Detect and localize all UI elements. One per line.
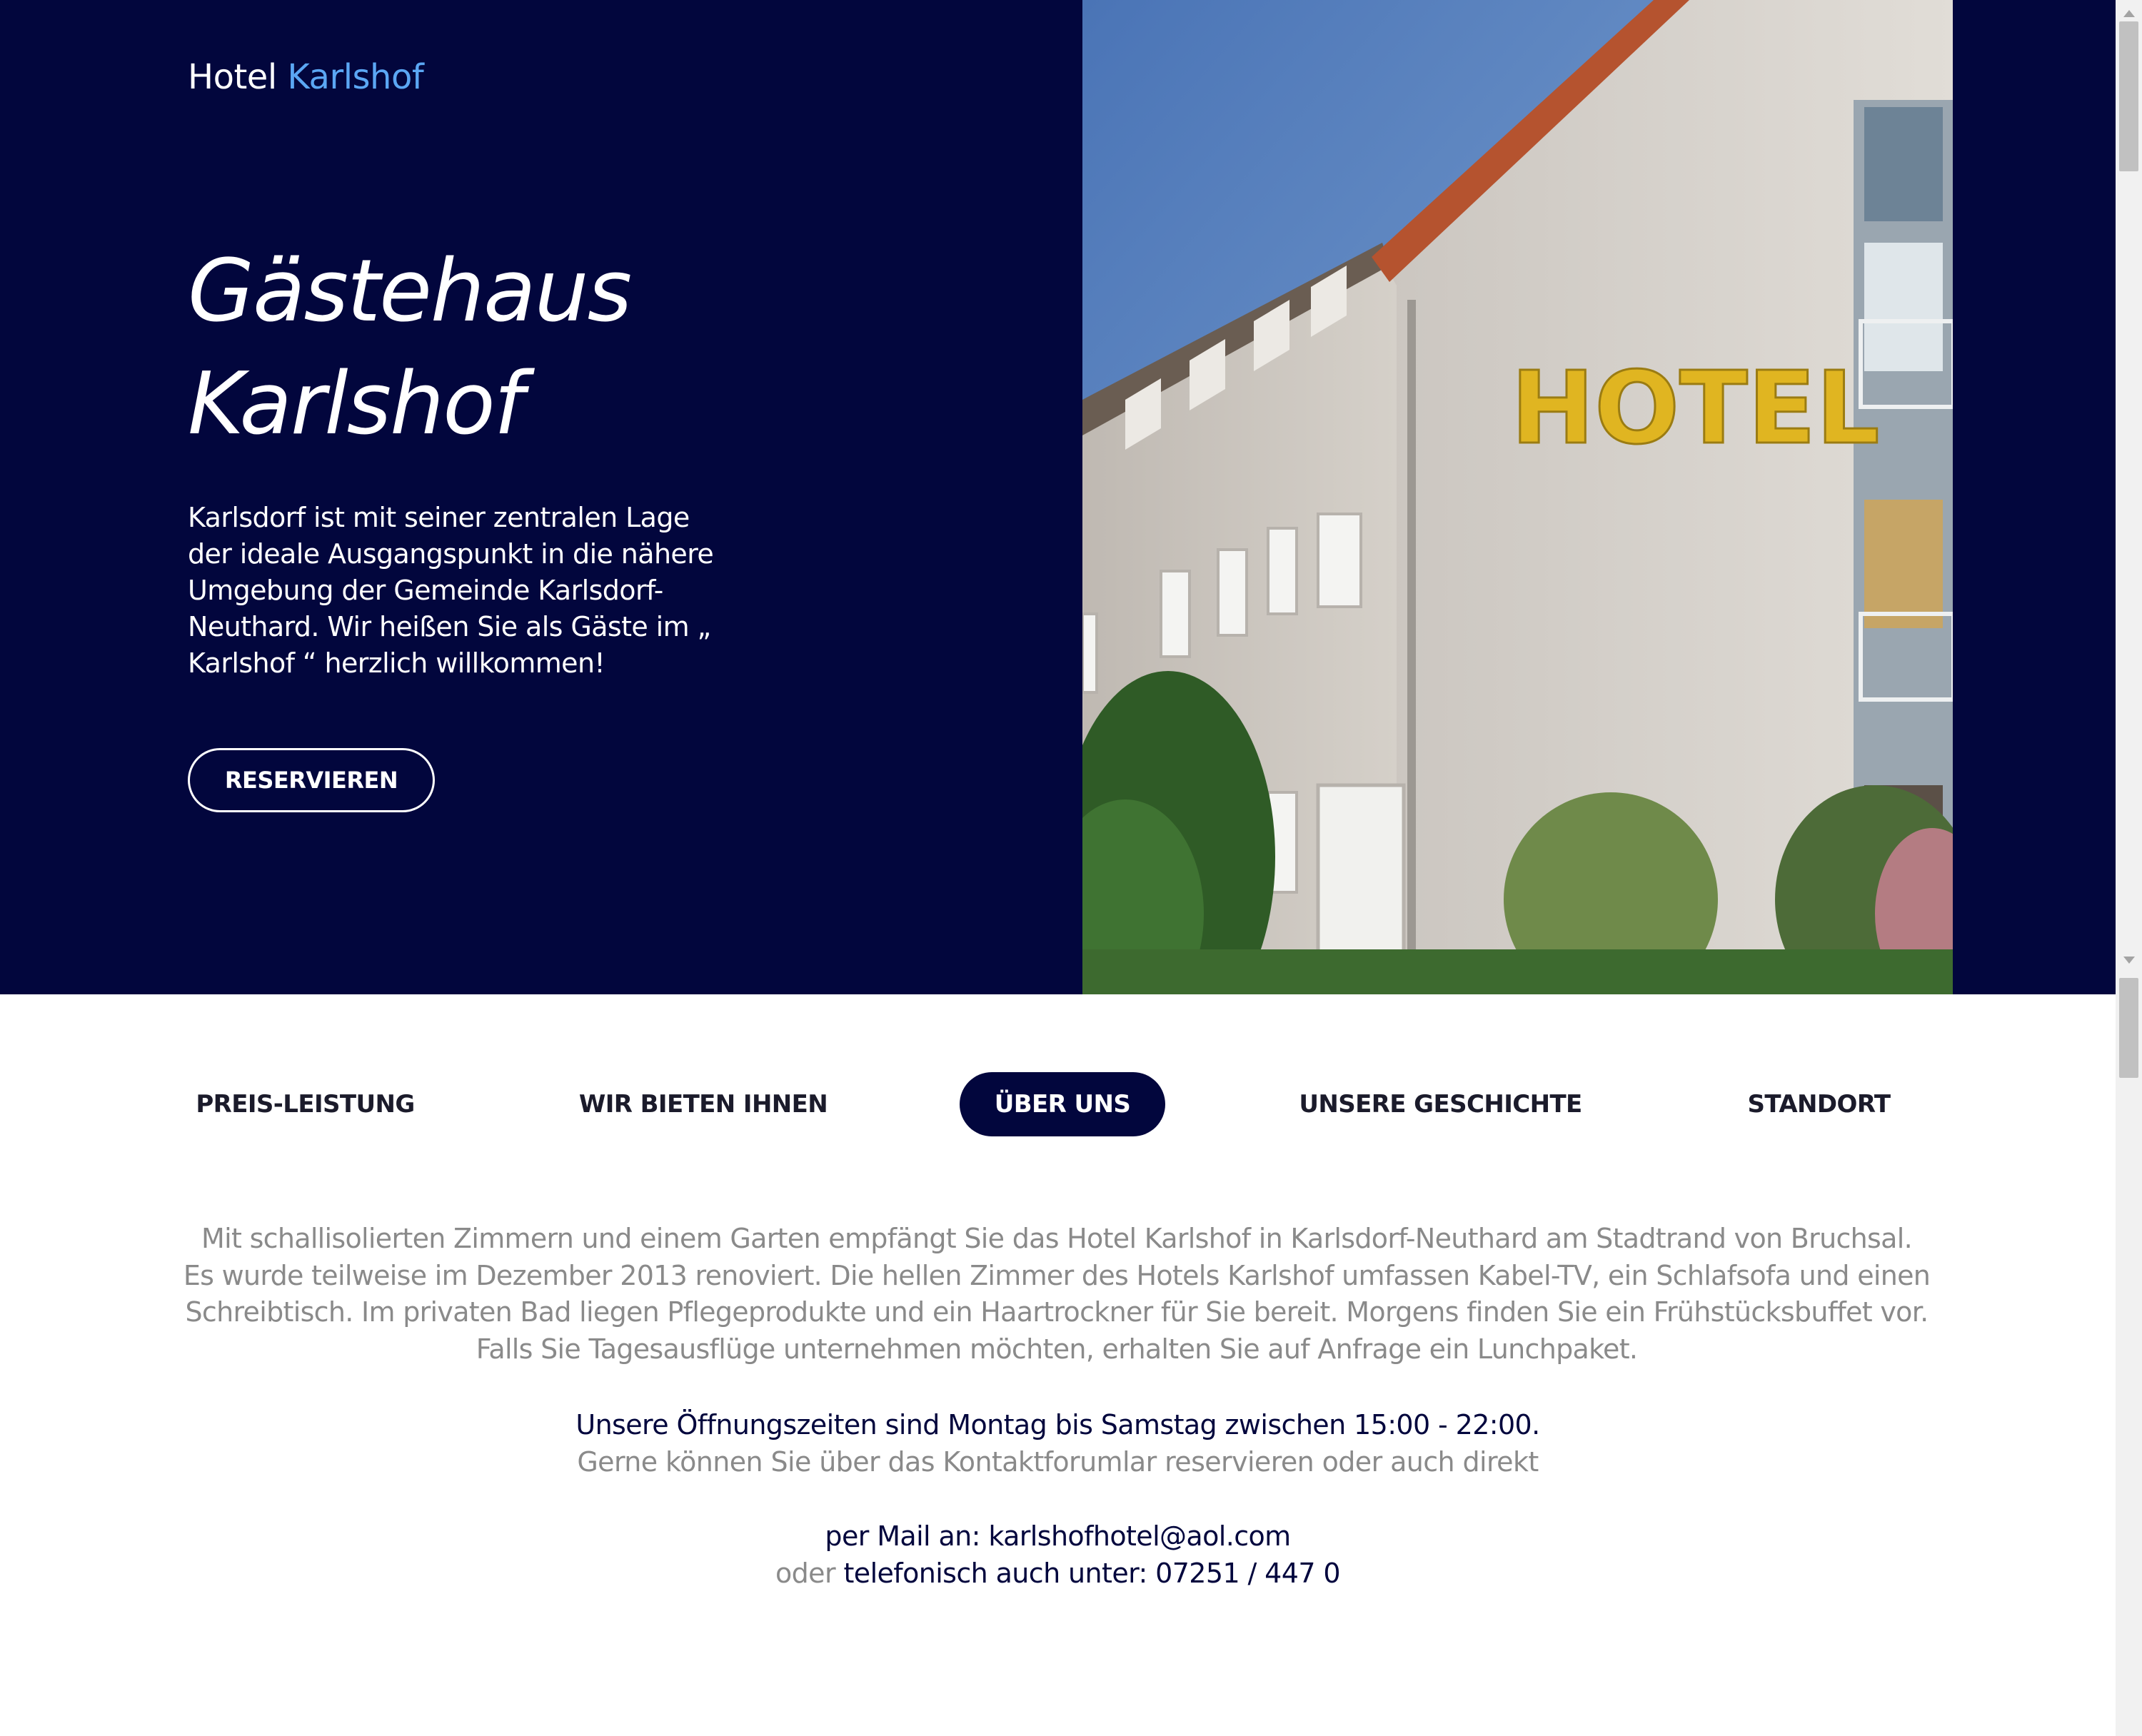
scroll-up-arrow-icon[interactable]	[2123, 10, 2135, 17]
tab-bar: PREIS-LEISTUNG WIR BIETEN IHNEN ÜBER UNS…	[0, 1072, 2116, 1136]
tab-ueber-uns[interactable]: ÜBER UNS	[960, 1072, 1165, 1136]
brand-second: Karlshof	[287, 57, 424, 97]
about-line-3: Schreibtisch. Im privaten Bad liegen Pfl…	[185, 1296, 1929, 1328]
reserve-button[interactable]: RESERVIEREN	[188, 748, 435, 812]
contact-phone[interactable]: telefonisch auch unter: 07251 / 447 0	[843, 1558, 1340, 1589]
tab-wir-bieten-ihnen[interactable]: WIR BIETEN IHNEN	[578, 1072, 828, 1136]
contact-info: per Mail an: karlshofhotel@aol.com oder …	[0, 1518, 2116, 1592]
hero-title: Gästehaus Karlshof	[188, 236, 730, 461]
tab-standort[interactable]: STANDORT	[1742, 1072, 1896, 1136]
scrollbar[interactable]	[2116, 0, 2142, 1736]
reserve-note: Gerne können Sie über das Kontaktforumla…	[577, 1446, 1539, 1478]
hero-section: Hotel Karlshof Gästehaus Karlshof Karlsd…	[0, 0, 2116, 994]
contact-mail[interactable]: per Mail an: karlshofhotel@aol.com	[0, 1518, 2116, 1555]
tab-preis-leistung[interactable]: PREIS-LEISTUNG	[193, 1072, 418, 1136]
hero-text: Karlsdorf ist mit seiner zentralen Lage …	[188, 502, 714, 679]
scrollbar-thumb-inner[interactable]	[2119, 978, 2138, 1078]
hero-title-line2: Karlshof	[188, 355, 524, 454]
brand-first: Hotel	[188, 57, 277, 97]
hotel-photo: HOTEL	[1082, 0, 1953, 994]
hotel-sign-text: HOTEL	[1511, 350, 1880, 467]
tab-unsere-geschichte[interactable]: UNSERE GESCHICHTE	[1299, 1072, 1582, 1136]
scrollbar-thumb[interactable]	[2119, 21, 2138, 171]
about-line-1: Mit schallisolierten Zimmern und einem G…	[201, 1223, 1913, 1254]
about-line-2: Es wurde teilweise im Dezember 2013 reno…	[183, 1259, 1931, 1291]
about-text: Mit schallisolierten Zimmern und einem G…	[129, 1221, 1985, 1368]
contact-phone-prefix: oder	[775, 1558, 836, 1589]
about-line-4: Falls Sie Tagesausflüge unternehmen möch…	[476, 1333, 1638, 1365]
opening-hours: Unsere Öffnungszeiten sind Montag bis Sa…	[0, 1406, 2116, 1480]
opening-hours-text: Unsere Öffnungszeiten sind Montag bis Sa…	[575, 1409, 1540, 1440]
hero-title-line1: Gästehaus	[188, 242, 632, 341]
scroll-down-arrow-icon[interactable]	[2123, 957, 2135, 964]
brand-logo[interactable]: Hotel Karlshof	[188, 57, 424, 97]
